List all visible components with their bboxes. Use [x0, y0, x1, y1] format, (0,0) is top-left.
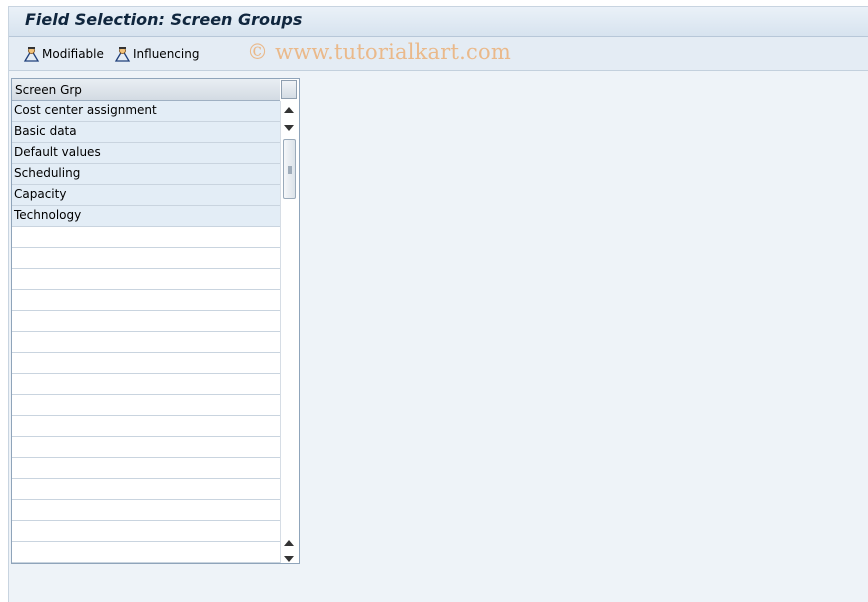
empty-row — [12, 521, 280, 542]
grip-icon — [288, 166, 292, 174]
scroll-down-icon[interactable] — [284, 125, 294, 131]
vertical-scrollbar[interactable] — [280, 101, 299, 563]
empty-row — [12, 353, 280, 374]
modifiable-label: Modifiable — [42, 47, 104, 61]
empty-row — [12, 227, 280, 248]
person-hat-icon — [23, 46, 40, 62]
table-settings-button[interactable] — [281, 80, 297, 99]
scroll-thumb[interactable] — [283, 139, 296, 199]
title-bar: Field Selection: Screen Groups — [9, 7, 868, 37]
table-row[interactable]: Technology — [12, 206, 280, 227]
watermark: © www.tutorialkart.com — [247, 40, 511, 64]
application-toolbar: Modifiable Influencing © www.tutorialkar… — [9, 37, 868, 71]
modifiable-button[interactable]: Modifiable — [23, 44, 104, 64]
column-header-screen-grp[interactable]: Screen Grp — [12, 79, 280, 101]
empty-row — [12, 374, 280, 395]
empty-row — [12, 416, 280, 437]
empty-row — [12, 290, 280, 311]
scroll-up-icon[interactable] — [284, 107, 294, 113]
empty-row — [12, 542, 280, 563]
person-hat-icon — [114, 46, 131, 62]
influencing-label: Influencing — [133, 47, 200, 61]
empty-row — [12, 248, 280, 269]
table-rows: Cost center assignment Basic data Defaul… — [12, 101, 280, 563]
influencing-button[interactable]: Influencing — [114, 44, 199, 64]
scroll-down-icon[interactable] — [284, 556, 294, 562]
table-row[interactable]: Cost center assignment — [12, 101, 280, 122]
empty-row — [12, 395, 280, 416]
table-row[interactable]: Scheduling — [12, 164, 280, 185]
screen-group-table: Screen Grp Cost center assignment Basic … — [11, 78, 300, 564]
empty-row — [12, 458, 280, 479]
scroll-up-icon[interactable] — [284, 540, 294, 546]
empty-row — [12, 332, 280, 353]
empty-row — [12, 500, 280, 521]
table-row[interactable]: Capacity — [12, 185, 280, 206]
table-row[interactable]: Default values — [12, 143, 280, 164]
table-row[interactable]: Basic data — [12, 122, 280, 143]
empty-row — [12, 479, 280, 500]
page-title: Field Selection: Screen Groups — [25, 10, 303, 29]
empty-row — [12, 311, 280, 332]
empty-row — [12, 269, 280, 290]
main-window: Field Selection: Screen Groups Modifiabl… — [8, 6, 868, 602]
empty-row — [12, 437, 280, 458]
